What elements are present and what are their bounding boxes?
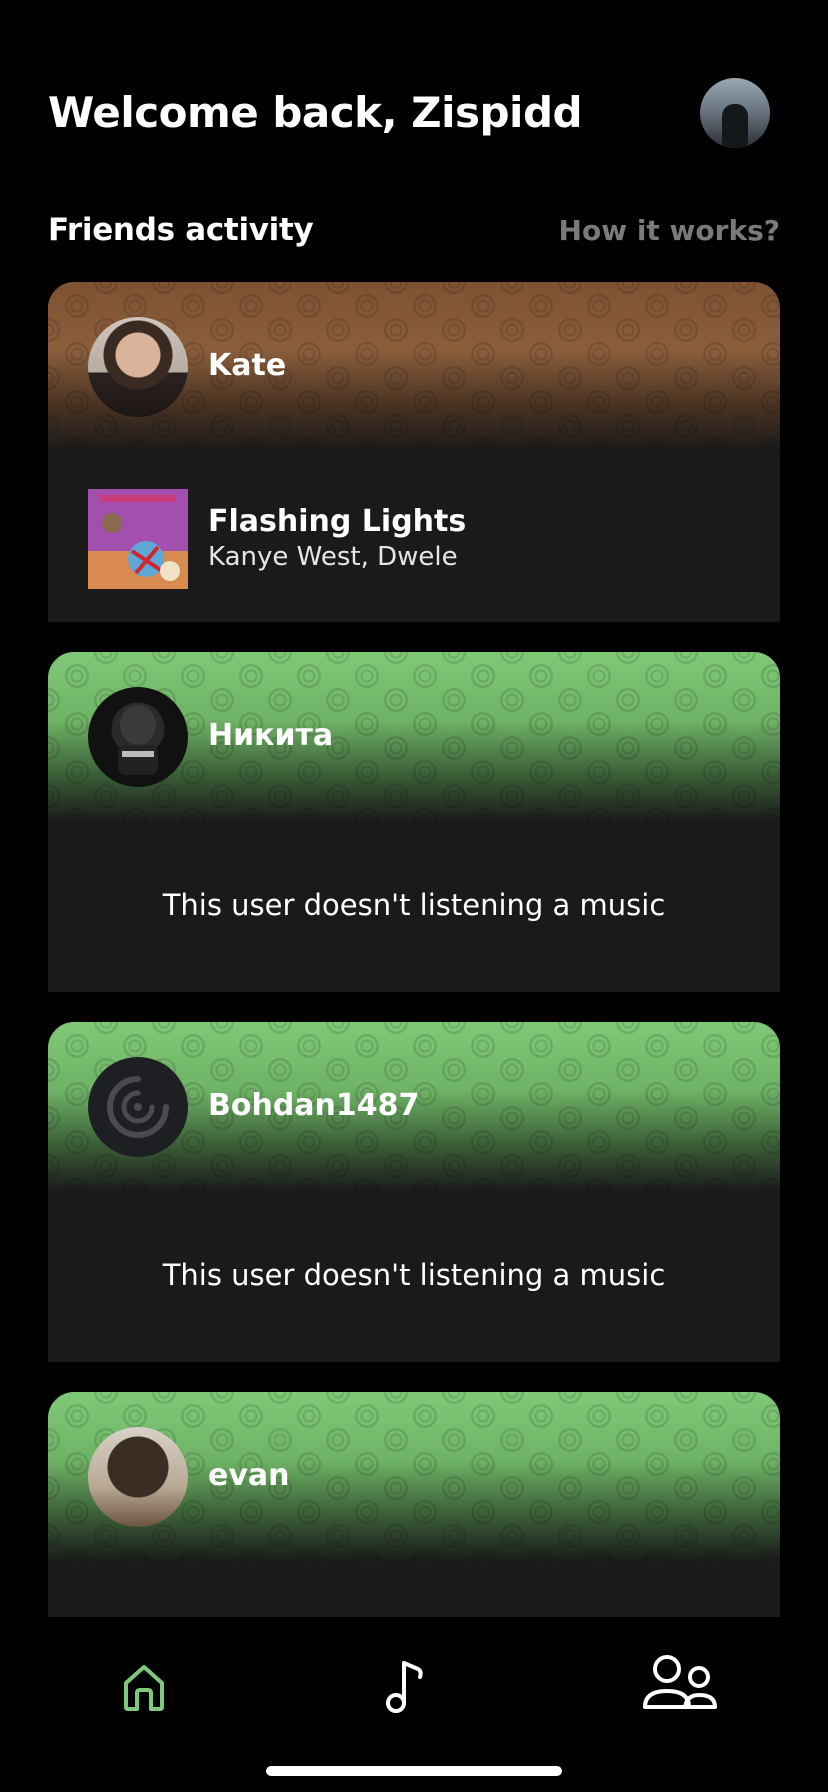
friend-card-nikita[interactable]: Никита This user doesn't listening a mus… <box>48 652 780 992</box>
friend-name: evan <box>208 1458 290 1493</box>
album-cover[interactable] <box>88 489 188 589</box>
music-note-icon <box>386 1661 423 1713</box>
how-it-works-link[interactable]: How it works? <box>559 214 780 247</box>
friend-avatar <box>88 1427 188 1527</box>
not-listening-message: This user doesn't listening a music <box>162 1258 666 1292</box>
helmet-icon <box>118 705 158 775</box>
track-artist: Kanye West, Dwele <box>208 542 458 572</box>
tab-home[interactable] <box>104 1647 184 1717</box>
default-avatar-icon <box>88 1057 188 1157</box>
tab-friends[interactable] <box>637 1647 727 1717</box>
track-title: Flashing Lights <box>208 504 467 539</box>
friend-card-kate[interactable]: Kate Flashing Lights Kanye West, Dwele <box>48 282 780 622</box>
friends-feed[interactable]: Kate Flashing Lights Kanye West, Dwele Н… <box>48 282 780 1617</box>
friends-icon <box>643 1655 717 1709</box>
friend-name: Kate <box>208 348 287 383</box>
section-title: Friends activity <box>48 212 314 248</box>
profile-avatar[interactable] <box>700 78 770 148</box>
album-art-icon <box>88 489 188 589</box>
tab-music[interactable] <box>366 1647 446 1717</box>
friend-avatar <box>88 317 188 417</box>
home-icon <box>124 1665 164 1711</box>
home-indicator[interactable] <box>266 1766 562 1776</box>
header: Welcome back, Zispidd <box>48 78 780 158</box>
friend-card-bohdan1487[interactable]: Bohdan1487 This user doesn't listening a… <box>48 1022 780 1362</box>
friend-name: Никита <box>208 718 334 753</box>
friend-name: Bohdan1487 <box>208 1088 420 1123</box>
welcome-title: Welcome back, Zispidd <box>48 88 583 137</box>
not-listening-message: This user doesn't listening a music <box>162 888 666 922</box>
avatar-silhouette <box>722 104 748 148</box>
spiral-logo-icon <box>107 1076 169 1138</box>
friends-activity-header: Friends activity How it works? <box>48 208 780 252</box>
friend-avatar <box>88 687 188 787</box>
friend-card-evan[interactable]: evan <box>48 1392 780 1617</box>
